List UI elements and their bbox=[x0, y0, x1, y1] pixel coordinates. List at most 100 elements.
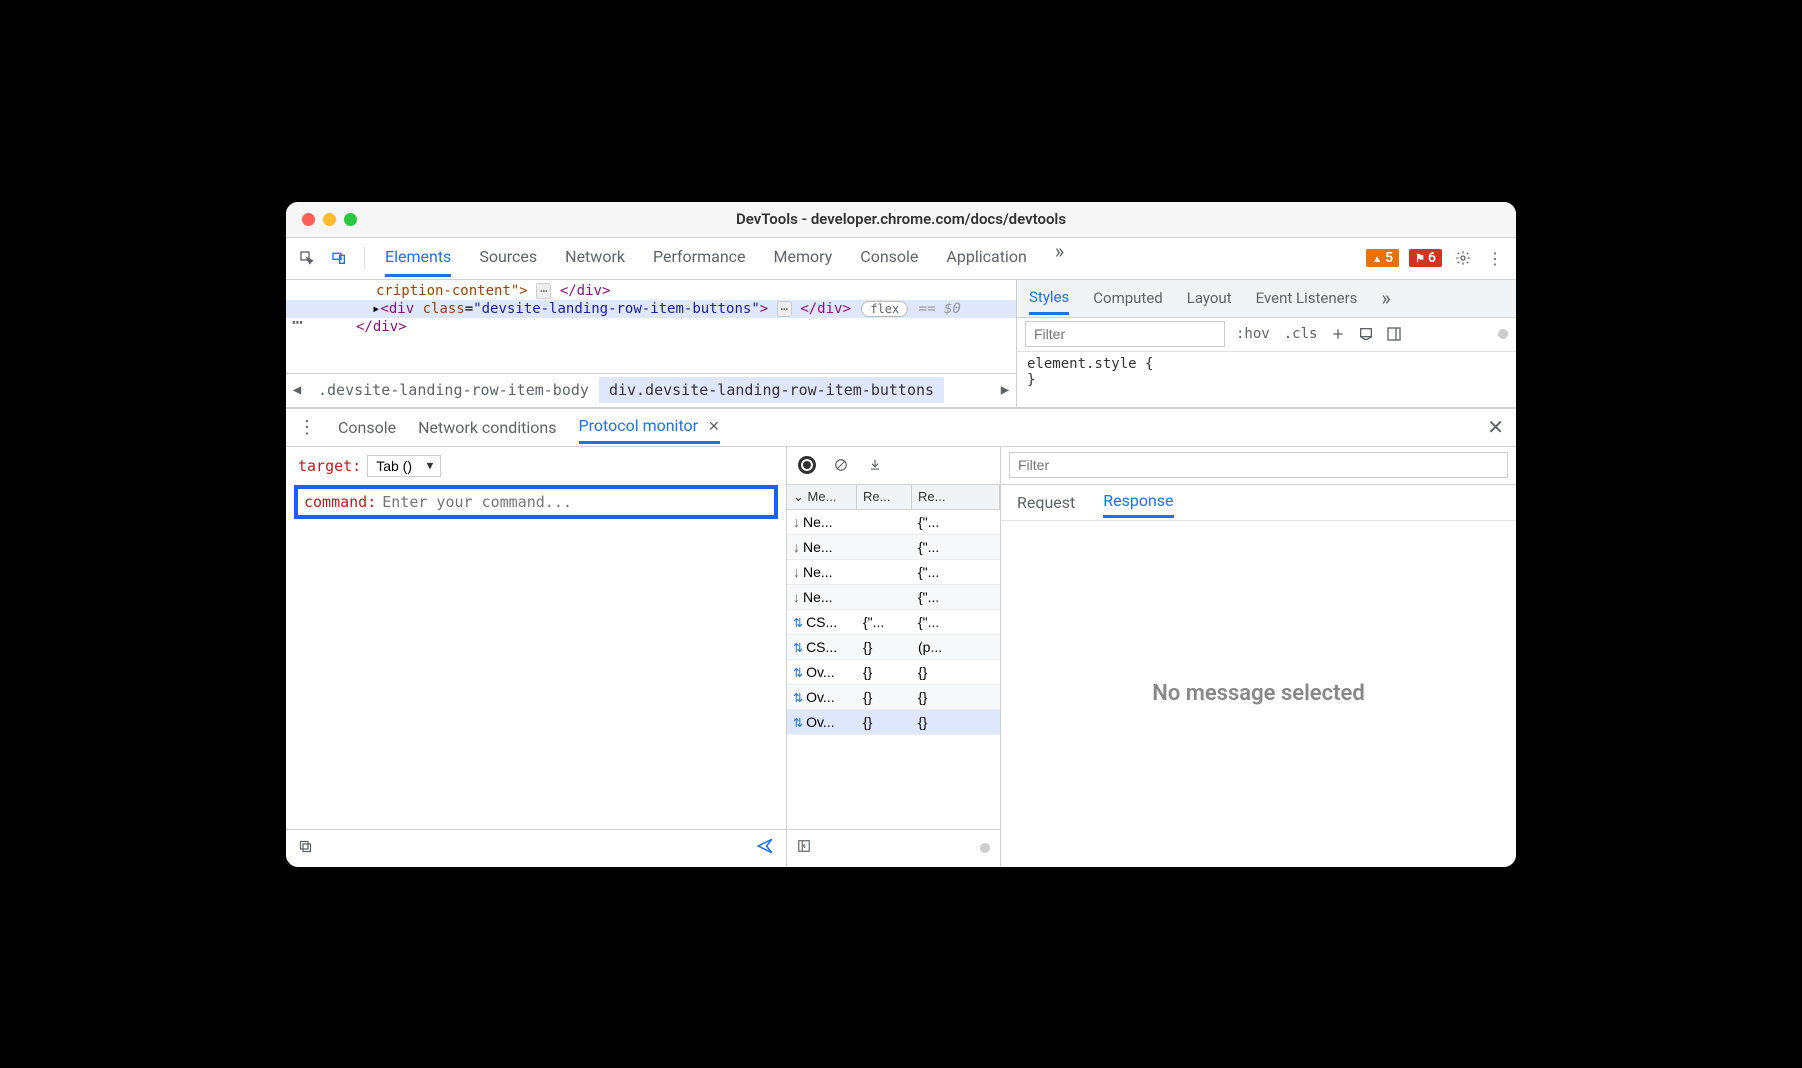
tab-styles[interactable]: Styles bbox=[1029, 282, 1069, 315]
protocol-detail-panel: Request Response No message selected bbox=[1001, 447, 1516, 867]
send-icon[interactable] bbox=[756, 837, 774, 860]
flexbox-editor-icon[interactable] bbox=[1356, 324, 1376, 344]
close-drawer-icon[interactable]: ✕ bbox=[1487, 415, 1504, 439]
close-tab-icon[interactable]: ✕ bbox=[708, 419, 720, 435]
style-rule-close: } bbox=[1027, 372, 1506, 388]
kebab-menu-icon[interactable]: ⋮ bbox=[1484, 247, 1506, 269]
breadcrumb-item-selected[interactable]: div.devsite-landing-row-item-buttons bbox=[599, 377, 944, 403]
protocol-filter-input[interactable] bbox=[1009, 452, 1508, 478]
window-controls bbox=[302, 213, 357, 226]
scrollbar-dot bbox=[980, 843, 990, 853]
copy-icon[interactable] bbox=[298, 839, 313, 858]
drawer: ⋮ Console Network conditions Protocol mo… bbox=[286, 408, 1516, 867]
drawer-body: target: Tab () command: bbox=[286, 447, 1516, 867]
cls-toggle[interactable]: .cls bbox=[1281, 326, 1321, 342]
styles-pane: Styles Computed Layout Event Listeners »… bbox=[1016, 280, 1516, 407]
protocol-table-header: ⌄ Me... Re... Re... bbox=[787, 485, 1000, 510]
clear-icon[interactable] bbox=[831, 455, 851, 475]
tab-console[interactable]: Console bbox=[860, 239, 918, 277]
target-row: target: Tab () bbox=[286, 447, 786, 485]
tab-elements[interactable]: Elements bbox=[385, 239, 451, 277]
tab-network[interactable]: Network bbox=[565, 239, 625, 277]
protocol-command-panel: target: Tab () command: bbox=[286, 447, 786, 867]
styles-filter-input[interactable] bbox=[1025, 321, 1225, 347]
dom-tree-pane: ⋯ cription-content"> ⋯ </div> ▸<div clas… bbox=[286, 280, 1016, 407]
tab-sources[interactable]: Sources bbox=[479, 239, 537, 277]
detail-filter-row bbox=[1001, 447, 1516, 485]
drawer-tab-network-conditions[interactable]: Network conditions bbox=[418, 412, 556, 443]
minimize-window-button[interactable] bbox=[323, 213, 336, 226]
table-row[interactable]: Ne...{"... bbox=[787, 535, 1000, 560]
save-icon[interactable] bbox=[865, 455, 885, 475]
close-window-button[interactable] bbox=[302, 213, 315, 226]
command-label: command: bbox=[304, 493, 376, 511]
error-count: 6 bbox=[1428, 250, 1436, 266]
collapse-panel-icon[interactable] bbox=[797, 839, 811, 857]
dom-line-selected[interactable]: ▸<div class="devsite-landing-row-item-bu… bbox=[286, 300, 1016, 318]
titlebar: DevTools - developer.chrome.com/docs/dev… bbox=[286, 202, 1516, 238]
target-select[interactable]: Tab () bbox=[367, 455, 441, 477]
collapsed-icon[interactable]: ⋯ bbox=[777, 301, 792, 317]
drawer-tab-console[interactable]: Console bbox=[338, 412, 396, 443]
table-row[interactable]: CS...{}(p... bbox=[787, 635, 1000, 660]
table-row[interactable]: Ov...{}{} bbox=[787, 660, 1000, 685]
device-toolbar-icon[interactable] bbox=[328, 247, 350, 269]
dom-tree[interactable]: ⋯ cription-content"> ⋯ </div> ▸<div clas… bbox=[286, 280, 1016, 373]
tab-layout[interactable]: Layout bbox=[1187, 283, 1232, 313]
warning-badge[interactable]: 5 bbox=[1366, 249, 1399, 267]
drawer-kebab-icon[interactable]: ⋮ bbox=[298, 417, 316, 438]
protocol-messages-panel: ⌄ Me... Re... Re... Ne...{"...Ne...{"...… bbox=[786, 447, 1001, 867]
error-badge[interactable]: 6 bbox=[1409, 249, 1442, 267]
settings-icon[interactable] bbox=[1452, 247, 1474, 269]
computed-sidebar-icon[interactable] bbox=[1384, 324, 1404, 344]
table-row[interactable]: Ov...{}{} bbox=[787, 710, 1000, 735]
drawer-tab-protocol-monitor[interactable]: Protocol monitor ✕ bbox=[579, 410, 720, 444]
inspect-element-icon[interactable] bbox=[296, 247, 318, 269]
table-row[interactable]: Ne...{"... bbox=[787, 510, 1000, 535]
table-row[interactable]: Ne...{"... bbox=[787, 585, 1000, 610]
tab-computed[interactable]: Computed bbox=[1093, 283, 1163, 313]
table-row[interactable]: CS...{"...{"... bbox=[787, 610, 1000, 635]
protocol-table-body: Ne...{"...Ne...{"...Ne...{"...Ne...{"...… bbox=[787, 510, 1000, 735]
col-request[interactable]: Re... bbox=[857, 485, 912, 509]
toolbar-right: 5 6 ⋮ bbox=[1366, 247, 1506, 269]
styles-toolbar: :hov .cls bbox=[1017, 318, 1516, 352]
record-icon[interactable] bbox=[797, 455, 817, 475]
table-row[interactable]: Ne...{"... bbox=[787, 560, 1000, 585]
breadcrumb-right-icon[interactable]: ▶ bbox=[994, 382, 1016, 398]
devtools-window: DevTools - developer.chrome.com/docs/dev… bbox=[286, 202, 1516, 867]
target-select-wrap: Tab () bbox=[367, 455, 441, 477]
tab-memory[interactable]: Memory bbox=[774, 239, 833, 277]
breadcrumb-item[interactable]: .devsite-landing-row-item-body bbox=[308, 377, 599, 403]
command-input[interactable] bbox=[382, 493, 768, 511]
col-response[interactable]: Re... bbox=[912, 485, 1000, 509]
dom-breadcrumb: ◀ .devsite-landing-row-item-body div.dev… bbox=[286, 373, 1016, 407]
breadcrumb-left-icon[interactable]: ◀ bbox=[286, 382, 308, 398]
tab-response[interactable]: Response bbox=[1103, 486, 1173, 518]
flex-badge[interactable]: flex bbox=[861, 301, 908, 317]
table-row[interactable]: Ov...{}{} bbox=[787, 685, 1000, 710]
protocol-table: ⌄ Me... Re... Re... Ne...{"...Ne...{"...… bbox=[787, 485, 1000, 829]
tab-event-listeners[interactable]: Event Listeners bbox=[1256, 283, 1358, 313]
main-toolbar: Elements Sources Network Performance Mem… bbox=[286, 238, 1516, 280]
error-icon bbox=[1415, 250, 1425, 266]
hov-toggle[interactable]: :hov bbox=[1233, 326, 1273, 342]
more-tabs-icon[interactable]: » bbox=[1381, 286, 1390, 310]
dom-line[interactable]: cription-content"> ⋯ </div> bbox=[286, 282, 1016, 300]
new-style-rule-icon[interactable] bbox=[1328, 324, 1348, 344]
tab-application[interactable]: Application bbox=[946, 239, 1026, 277]
maximize-window-button[interactable] bbox=[344, 213, 357, 226]
styles-body[interactable]: element.style { } bbox=[1017, 352, 1516, 392]
warning-count: 5 bbox=[1385, 250, 1393, 266]
detail-tabs: Request Response bbox=[1001, 485, 1516, 521]
tab-performance[interactable]: Performance bbox=[653, 239, 746, 277]
command-row: command: bbox=[294, 485, 778, 519]
dom-line[interactable]: </div> bbox=[286, 318, 1016, 336]
more-tabs-icon[interactable]: » bbox=[1055, 239, 1064, 277]
tab-request[interactable]: Request bbox=[1017, 488, 1075, 517]
drawer-tabs: ⋮ Console Network conditions Protocol mo… bbox=[286, 409, 1516, 447]
collapsed-icon[interactable]: ⋯ bbox=[536, 283, 551, 299]
col-method[interactable]: ⌄ Me... bbox=[787, 485, 857, 509]
style-rule-open: element.style { bbox=[1027, 356, 1506, 372]
window-title: DevTools - developer.chrome.com/docs/dev… bbox=[736, 210, 1066, 228]
